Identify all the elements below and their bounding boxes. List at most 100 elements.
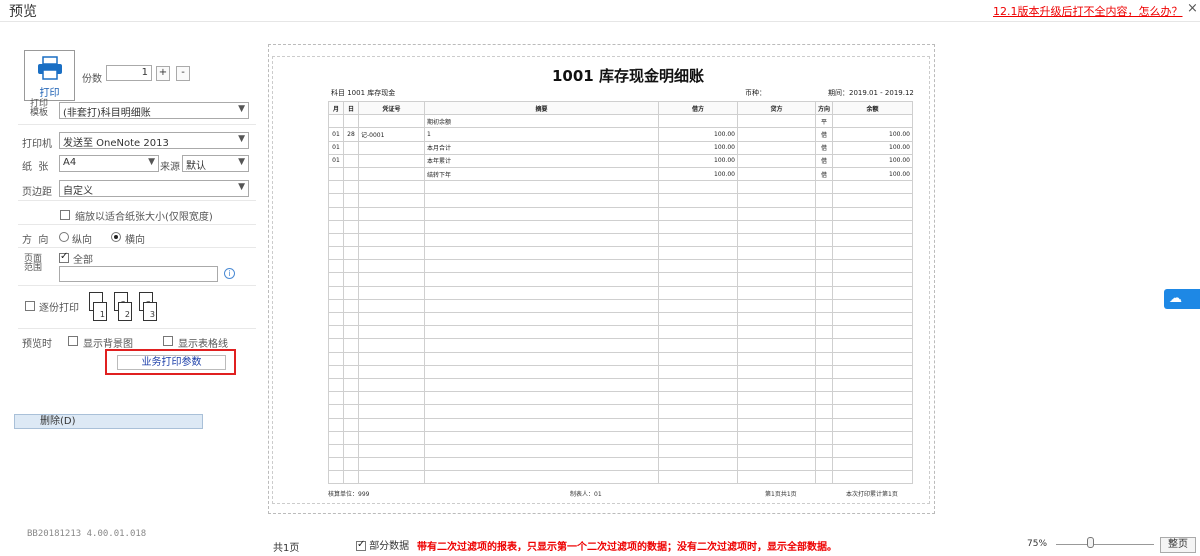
table-cell: 100.00	[832, 166, 913, 182]
page-range-input[interactable]	[59, 266, 218, 282]
collate-checkbox[interactable]	[25, 299, 35, 312]
table-cell	[328, 246, 344, 261]
table-row	[328, 285, 913, 300]
table-header-row: 月 日 凭证号 摘要 借方 贷方 方向 余额	[328, 100, 913, 116]
table-cell	[658, 417, 738, 432]
table-cell: 平	[815, 114, 833, 129]
chevron-down-icon: ▼	[238, 104, 245, 114]
table-cell	[328, 404, 344, 419]
chevron-down-icon: ▼	[238, 134, 245, 144]
table-cell	[358, 417, 425, 432]
table-cell	[358, 364, 425, 379]
printer-select[interactable]: 发送至 OneNote 2013 ▼	[59, 132, 249, 149]
table-cell	[358, 325, 425, 340]
landscape-radio[interactable]	[111, 230, 121, 243]
table-cell	[424, 470, 659, 485]
table-cell: 借	[815, 140, 833, 155]
table-cell	[832, 232, 913, 248]
table-cell	[737, 140, 816, 155]
cloud-icon: ☁	[1169, 291, 1182, 306]
print-button[interactable]: 打印	[24, 50, 75, 101]
table-cell	[328, 325, 344, 340]
show-background-checkbox[interactable]	[68, 334, 78, 347]
business-print-params-button[interactable]: 业务打印参数	[117, 355, 226, 370]
table-cell	[815, 272, 833, 287]
table-cell	[737, 206, 816, 221]
table-row	[328, 338, 913, 353]
copies-input[interactable]: 1	[106, 65, 152, 81]
table-cell	[343, 285, 359, 300]
table-cell	[343, 311, 359, 327]
table-cell	[328, 364, 344, 379]
footer-page: 第1页共1页	[765, 491, 797, 498]
table-cell: 结转下年	[424, 166, 659, 182]
printer-label: 打印机	[22, 139, 52, 150]
table-cell	[343, 193, 359, 208]
table-cell	[815, 259, 833, 274]
column-header: 凭证号	[358, 100, 425, 116]
fit-to-page-label: 缩放以适合纸张大小(仅限宽度)	[75, 212, 213, 223]
table-cell	[737, 246, 816, 261]
full-page-button[interactable]: 整页	[1160, 537, 1196, 553]
table-cell	[343, 404, 359, 419]
zoom-slider-track[interactable]	[1056, 544, 1154, 545]
table-cell	[832, 351, 913, 366]
filter-note: 带有二次过滤项的报表，只显示第一个二次过滤项的数据；没有二次过滤项时，显示全部数…	[417, 542, 837, 553]
table-cell	[737, 193, 816, 208]
table-row	[328, 180, 913, 195]
delete-button[interactable]: 删除(D)	[14, 414, 203, 429]
table-cell	[424, 298, 659, 314]
page-count: 共1页	[273, 543, 300, 554]
table-cell	[358, 377, 425, 393]
table-cell	[424, 377, 659, 393]
source-select-value: 默认	[186, 161, 206, 172]
margin-select[interactable]: 自定义 ▼	[59, 180, 249, 197]
table-cell	[815, 311, 833, 327]
copies-increase-button[interactable]: +	[156, 66, 170, 81]
table-row: 01 28 记-0001 1 100.00 借 100.00	[328, 127, 913, 142]
source-select[interactable]: 默认 ▼	[182, 155, 249, 172]
partial-data-checkbox[interactable]	[356, 539, 366, 551]
table-cell	[328, 311, 344, 327]
table-row: 01 本年累计 100.00 借 100.00	[328, 153, 913, 168]
template-select[interactable]: (非套打)科目明细账 ▼	[59, 102, 249, 119]
table-row	[328, 404, 913, 419]
table-cell	[328, 259, 344, 274]
template-label: 打印 模板	[30, 99, 49, 118]
portrait-radio[interactable]	[59, 230, 69, 243]
all-pages-label: 全部	[73, 255, 93, 266]
table-cell	[328, 377, 344, 393]
table-row: 结转下年 100.00 借 100.00	[328, 166, 913, 182]
table-cell	[832, 325, 913, 340]
fit-to-page-checkbox[interactable]	[60, 208, 70, 221]
upgrade-help-link[interactable]: 12.1版本升级后打不全内容，怎么办？	[993, 3, 1183, 19]
close-icon[interactable]: ×	[1187, 1, 1198, 16]
table-cell	[358, 391, 425, 406]
table-cell	[658, 351, 738, 366]
floating-assistant-button[interactable]: ☁	[1164, 289, 1200, 309]
table-cell	[328, 206, 344, 221]
table-cell: 本月合计	[424, 140, 659, 155]
table-cell	[815, 377, 833, 393]
column-header: 月	[328, 100, 344, 116]
zoom-slider-thumb[interactable]	[1087, 537, 1094, 548]
show-gridlines-checkbox[interactable]	[163, 334, 173, 347]
table-row	[328, 206, 913, 221]
table-cell	[358, 206, 425, 221]
table-cell	[343, 391, 359, 406]
table-cell	[328, 443, 344, 459]
title-bar: 预览 12.1版本升级后打不全内容，怎么办？ ×	[0, 0, 1200, 22]
table-cell	[424, 351, 659, 366]
table-cell	[358, 470, 425, 485]
info-icon[interactable]: i	[224, 268, 235, 279]
table-cell: 1	[424, 127, 659, 142]
table-cell	[343, 114, 359, 129]
partial-data-toggle[interactable]: 部分数据	[356, 537, 409, 552]
table-cell	[737, 417, 816, 432]
copies-decrease-button[interactable]: -	[176, 66, 190, 81]
all-pages-checkbox[interactable]	[59, 251, 69, 264]
paper-select[interactable]: A4 ▼	[59, 155, 159, 172]
table-cell	[358, 193, 425, 208]
table-cell	[737, 259, 816, 274]
table-cell	[815, 206, 833, 221]
